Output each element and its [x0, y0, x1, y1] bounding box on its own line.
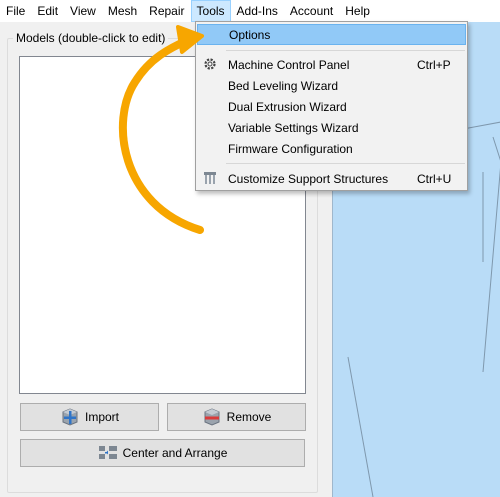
menu-item-customize-support-structures-label: Customize Support Structures: [228, 171, 389, 186]
menu-item-shortcut: Ctrl+P: [417, 57, 451, 72]
menu-help[interactable]: Help: [339, 0, 376, 22]
menu-view[interactable]: View: [64, 0, 102, 22]
menu-item-options[interactable]: Options: [197, 24, 466, 45]
models-panel-title: Models (double-click to edit): [13, 31, 169, 45]
center-and-arrange-button[interactable]: Center and Arrange: [20, 439, 305, 467]
menu-mesh[interactable]: Mesh: [102, 0, 143, 22]
remove-button[interactable]: Remove: [167, 403, 306, 431]
import-button[interactable]: Import: [20, 403, 159, 431]
menu-separator: [226, 163, 465, 164]
menu-item-dual-extrusion-wizard-label: Dual Extrusion Wizard: [228, 99, 347, 114]
menu-item-firmware-configuration-label: Firmware Configuration: [228, 141, 353, 156]
menu-item-options-label: Options: [229, 27, 271, 42]
remove-icon: [202, 407, 222, 427]
menu-item-dual-extrusion-wizard[interactable]: Dual Extrusion Wizard: [197, 96, 466, 117]
menu-item-variable-settings-wizard[interactable]: Variable Settings Wizard: [197, 117, 466, 138]
menu-file[interactable]: File: [0, 0, 31, 22]
import-icon: [60, 407, 80, 427]
support-structures-icon: [202, 170, 218, 186]
menu-item-machine-control-panel-label: Machine Control Panel: [228, 57, 350, 72]
menu-repair[interactable]: Repair: [143, 0, 190, 22]
import-button-label: Import: [84, 410, 119, 424]
gear-icon: [202, 56, 218, 72]
menu-bar: File Edit View Mesh Repair Tools Add-Ins…: [0, 0, 500, 22]
arrange-icon: [98, 443, 118, 463]
remove-button-label: Remove: [226, 410, 272, 424]
menu-add-ins[interactable]: Add-Ins: [231, 0, 284, 22]
menu-account[interactable]: Account: [284, 0, 339, 22]
menu-item-bed-leveling-wizard[interactable]: Bed Leveling Wizard: [197, 75, 466, 96]
menu-item-shortcut: Ctrl+U: [417, 171, 452, 186]
menu-edit[interactable]: Edit: [31, 0, 64, 22]
center-and-arrange-label: Center and Arrange: [122, 446, 228, 460]
menu-tools[interactable]: Tools: [190, 0, 231, 22]
menu-item-machine-control-panel[interactable]: Machine Control Panel Ctrl+P: [197, 54, 466, 75]
menu-separator: [226, 50, 465, 51]
menu-item-customize-support-structures[interactable]: Customize Support Structures Ctrl+U: [197, 168, 466, 189]
menu-item-firmware-configuration[interactable]: Firmware Configuration: [197, 138, 466, 159]
menu-item-variable-settings-wizard-label: Variable Settings Wizard: [228, 120, 359, 135]
tools-dropdown-menu: Options Machine Control Panel Ctrl+P Bed…: [195, 21, 468, 191]
menu-item-bed-leveling-wizard-label: Bed Leveling Wizard: [228, 78, 339, 93]
